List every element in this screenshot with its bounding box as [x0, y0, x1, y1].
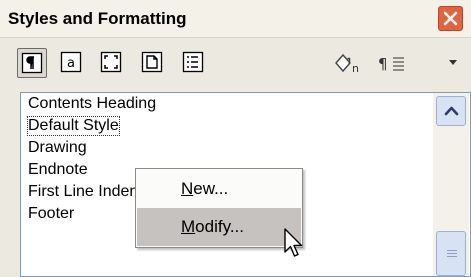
list-item[interactable]: Endnote: [28, 161, 88, 179]
character-styles-icon: a: [60, 51, 82, 73]
svg-text:¶: ¶: [378, 55, 388, 73]
close-button[interactable]: [438, 6, 463, 31]
list-item-selected[interactable]: Default Style: [27, 116, 120, 136]
new-label: ew...: [193, 179, 229, 198]
page-styles-button[interactable]: [138, 48, 168, 78]
list-item[interactable]: First Line Indent: [28, 183, 143, 201]
fill-format-mode-icon[interactable]: n: [333, 51, 363, 75]
new-mnemonic: N: [181, 179, 194, 198]
new-style-from-selection-icon[interactable]: ¶: [377, 51, 411, 75]
close-icon: [443, 11, 458, 26]
frame-styles-button[interactable]: [97, 48, 127, 78]
svg-text:n: n: [352, 62, 359, 75]
page-styles-icon: [141, 51, 163, 73]
scroll-up-button[interactable]: [436, 96, 466, 126]
scroll-thumb[interactable]: [436, 231, 466, 276]
list-item[interactable]: Contents Heading: [28, 95, 156, 113]
style-category-toolbar: a n ¶: [0, 38, 471, 88]
vertical-scrollbar[interactable]: [433, 93, 469, 276]
panel-title-bar: Styles and Formatting: [0, 0, 471, 38]
menu-item-modify[interactable]: Modify...: [137, 208, 301, 246]
mouse-pointer-icon: [284, 228, 303, 257]
menu-item-new[interactable]: New...: [137, 170, 301, 208]
paragraph-styles-icon: [21, 52, 43, 74]
list-item[interactable]: Footer: [28, 205, 74, 223]
modify-label: odify...: [195, 217, 244, 236]
panel-title: Styles and Formatting: [8, 9, 187, 28]
modify-mnemonic: M: [181, 217, 196, 236]
svg-text:a: a: [67, 56, 75, 71]
context-menu: New... Modify...: [135, 168, 303, 248]
list-styles-button[interactable]: [179, 48, 209, 78]
list-item[interactable]: Drawing: [28, 139, 87, 157]
paragraph-styles-button[interactable]: [17, 48, 47, 78]
chevron-up-icon: [444, 106, 459, 116]
list-styles-icon: [182, 51, 204, 73]
chevron-down-icon[interactable]: [447, 58, 459, 68]
character-styles-button[interactable]: a: [57, 48, 87, 78]
frame-styles-icon: [100, 51, 122, 73]
